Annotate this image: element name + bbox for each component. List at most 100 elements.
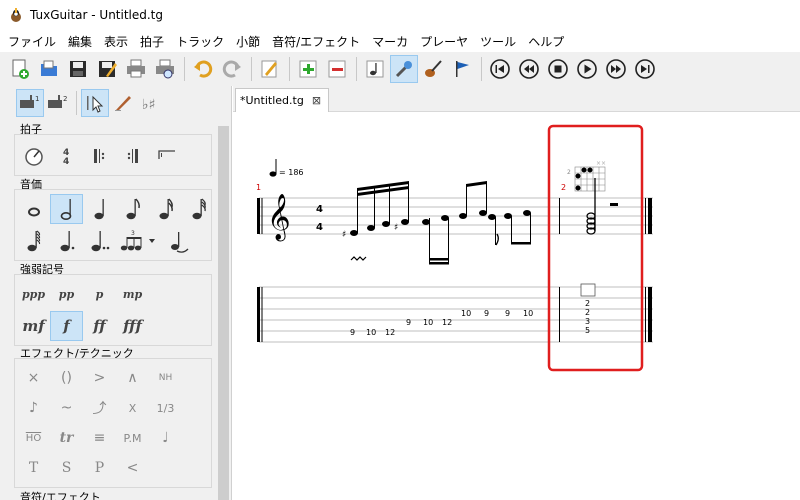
- dead-note-button[interactable]: ×: [17, 363, 50, 393]
- print-button[interactable]: [122, 55, 150, 83]
- fade-in-button[interactable]: <: [116, 453, 149, 483]
- save-button[interactable]: [64, 55, 92, 83]
- menu-file[interactable]: ファイル: [2, 31, 62, 52]
- forward-button[interactable]: [602, 55, 630, 83]
- svg-text:3: 3: [131, 230, 135, 237]
- forward-icon: [606, 59, 626, 79]
- open-file-button[interactable]: [35, 55, 63, 83]
- undo-button[interactable]: [189, 55, 217, 83]
- guitar-button[interactable]: [419, 55, 447, 83]
- document-tab[interactable]: *Untitled.tg ⊠: [235, 88, 329, 112]
- eighth-note-icon: [126, 198, 140, 220]
- repeat-open-button[interactable]: [83, 141, 116, 171]
- select-cursor-button[interactable]: [81, 89, 109, 117]
- voice-1-button[interactable]: 1: [16, 89, 44, 117]
- menu-player[interactable]: プレーヤ: [414, 31, 474, 52]
- repeat-close-button[interactable]: [116, 141, 149, 171]
- menu-tools[interactable]: ツール: [474, 31, 522, 52]
- vibrato-button[interactable]: ~: [50, 393, 83, 423]
- palm-mute-button[interactable]: P.M: [116, 423, 149, 453]
- tremolo-picking-button[interactable]: 1/3: [149, 393, 182, 423]
- close-tab-icon[interactable]: ⊠: [312, 94, 321, 107]
- tab-number: 2: [585, 299, 590, 308]
- dynamic-p-button[interactable]: p: [83, 279, 116, 309]
- tab-cursor-box: [580, 283, 596, 297]
- print-preview-button[interactable]: [151, 55, 179, 83]
- hammer-on-button[interactable]: HO: [17, 423, 50, 453]
- menu-composition[interactable]: 拍子: [134, 31, 170, 52]
- pencil-mode-button[interactable]: [109, 89, 137, 117]
- dotted-note-button[interactable]: [50, 226, 83, 256]
- dynamic-mp-button[interactable]: mp: [116, 279, 149, 309]
- panel-scrollbar[interactable]: [216, 126, 231, 500]
- tab-number: 9: [406, 318, 411, 327]
- save-as-button[interactable]: [93, 55, 121, 83]
- trill-button[interactable]: tr: [50, 423, 83, 453]
- natural-harmonic-button[interactable]: NH: [149, 363, 182, 393]
- stop-button[interactable]: [544, 55, 572, 83]
- tab-number: 12: [442, 318, 452, 327]
- eighth-note-button[interactable]: [116, 194, 149, 224]
- ghost-note-button[interactable]: (): [50, 363, 83, 393]
- dynamic-ppp-button[interactable]: ppp: [17, 279, 50, 309]
- menu-help[interactable]: ヘルプ: [522, 31, 570, 52]
- note-head: [504, 213, 512, 219]
- tab-number: 10: [423, 318, 433, 327]
- double-dotted-note-button[interactable]: [83, 226, 116, 256]
- dynamic-f-button[interactable]: f: [50, 311, 83, 341]
- menu-edit[interactable]: 編集: [62, 31, 98, 52]
- menu-track[interactable]: トラック: [170, 31, 230, 52]
- rewind-button[interactable]: [515, 55, 543, 83]
- menu-measure[interactable]: 小節: [230, 31, 266, 52]
- alternate-ending-button[interactable]: [149, 141, 182, 171]
- print-preview-icon: [156, 59, 174, 79]
- sixteenth-note-button[interactable]: [149, 194, 182, 224]
- note-mode-button[interactable]: [361, 55, 389, 83]
- beam: [466, 181, 487, 187]
- edit-pencil-button[interactable]: [256, 55, 284, 83]
- marker-flag-icon: [456, 61, 469, 77]
- tapping-button[interactable]: T: [17, 453, 50, 483]
- popping-button[interactable]: P: [83, 453, 116, 483]
- half-note-button[interactable]: [50, 194, 83, 224]
- repeat-open-icon: [93, 149, 104, 163]
- tie-note-button[interactable]: [162, 226, 195, 256]
- slide-button[interactable]: X: [116, 393, 149, 423]
- dynamic-fff-button[interactable]: fff: [116, 311, 149, 341]
- grace-note-button[interactable]: ♪: [17, 393, 50, 423]
- bend-button[interactable]: ⤴: [83, 393, 116, 423]
- tempo-button[interactable]: [17, 141, 50, 171]
- redo-button[interactable]: [218, 55, 246, 83]
- quarter-note-button[interactable]: [83, 194, 116, 224]
- play-button[interactable]: [573, 55, 601, 83]
- thirty-second-note-button[interactable]: [182, 194, 215, 224]
- tremolo-bar-button[interactable]: ≡: [83, 423, 116, 453]
- heavy-accent-button[interactable]: ∧: [116, 363, 149, 393]
- tuplet-button[interactable]: 3: [116, 226, 162, 256]
- add-measure-button[interactable]: [294, 55, 322, 83]
- new-file-button[interactable]: [6, 55, 34, 83]
- staccato-button[interactable]: ♩: [149, 423, 182, 453]
- tools-button[interactable]: [390, 55, 418, 83]
- triplet-icon: 3: [120, 230, 155, 251]
- panel-scrollbar-thumb[interactable]: [218, 126, 229, 500]
- accent-button[interactable]: >: [83, 363, 116, 393]
- time-signature-button[interactable]: 44: [50, 141, 83, 171]
- marker-flag-button[interactable]: [448, 55, 476, 83]
- remove-measure-button[interactable]: [323, 55, 351, 83]
- dynamic-ff-button[interactable]: ff: [83, 311, 116, 341]
- menu-view[interactable]: 表示: [98, 31, 134, 52]
- menu-note-effects[interactable]: 音符/エフェクト: [266, 31, 366, 52]
- score-view[interactable]: = 186 1 2 𝄞 4 4 ♯ ♯ 9 10 12 9 10 12 10 9…: [233, 112, 800, 500]
- whole-note-button[interactable]: [17, 194, 50, 224]
- slapping-button[interactable]: S: [50, 453, 83, 483]
- accidental-button[interactable]: ♭♯: [137, 89, 165, 117]
- voice-2-button[interactable]: 2: [44, 89, 72, 117]
- sixty-fourth-note-button[interactable]: [17, 226, 50, 256]
- first-measure-button[interactable]: [486, 55, 514, 83]
- dynamic-pp-button[interactable]: pp: [50, 279, 83, 309]
- last-measure-button[interactable]: [631, 55, 659, 83]
- add-measure-icon: [299, 60, 317, 78]
- menu-marker[interactable]: マーカ: [366, 31, 414, 52]
- dynamic-mf-button[interactable]: mf: [17, 311, 50, 341]
